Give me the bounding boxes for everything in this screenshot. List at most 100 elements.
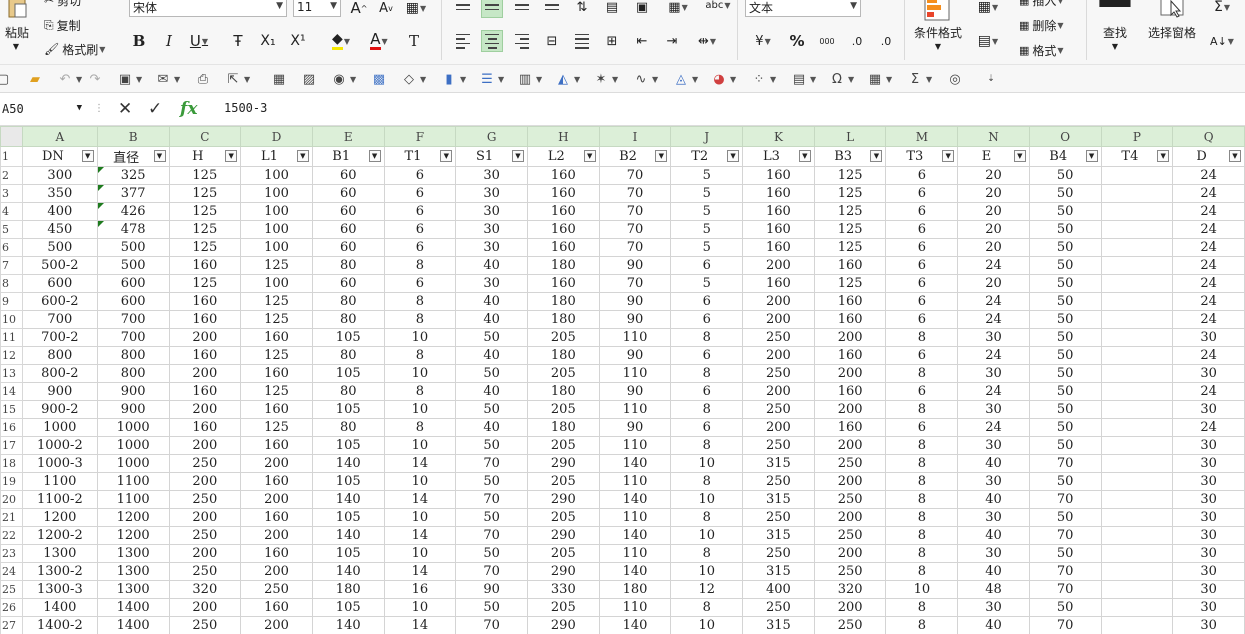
new-file-icon[interactable]: ▢ — [0, 69, 12, 89]
cell[interactable]: 160 — [168, 418, 242, 437]
cell[interactable]: 30 — [1172, 508, 1245, 527]
cell[interactable]: 110 — [598, 364, 672, 383]
cell[interactable]: 140 — [598, 562, 672, 581]
customize-toolbar-icon[interactable]: ⇣ — [982, 69, 1000, 89]
cell[interactable]: 6 — [885, 346, 959, 365]
cell[interactable]: 6 — [885, 184, 959, 203]
row-number[interactable]: 25 — [0, 580, 23, 599]
cell[interactable]: 600 — [96, 292, 170, 311]
cell[interactable]: 70 — [1028, 526, 1102, 545]
row-number[interactable]: 19 — [0, 472, 23, 491]
open-folder-icon[interactable]: ▰ — [26, 69, 44, 89]
header-cell[interactable]: B4 ▼ — [1028, 146, 1102, 167]
cell[interactable]: 200 — [168, 598, 242, 617]
cell[interactable]: 90 — [598, 382, 672, 401]
cell[interactable] — [1100, 310, 1174, 329]
cell[interactable]: 10 — [383, 364, 457, 383]
column-header[interactable]: K — [742, 126, 815, 147]
merge-cells-icon[interactable]: ▦ ▼ — [661, 0, 695, 18]
cell[interactable]: 24 — [1172, 184, 1245, 203]
cell[interactable]: 48 — [957, 580, 1030, 599]
combo-chart-icon[interactable]: ◬ ▼ — [672, 69, 698, 89]
undo-icon[interactable]: ↶ ▼ — [56, 69, 83, 89]
cell[interactable]: 40 — [957, 454, 1030, 473]
cell[interactable]: 50 — [1028, 238, 1102, 257]
cell[interactable]: 6 — [383, 202, 457, 221]
cell[interactable]: 30 — [957, 544, 1030, 563]
cell[interactable]: 900-2 — [21, 400, 98, 419]
cell[interactable]: 200 — [742, 382, 815, 401]
indent-increase-icon[interactable]: ⇥ — [661, 30, 683, 52]
row-number[interactable]: 26 — [0, 598, 23, 617]
cell[interactable]: 20 — [957, 274, 1030, 293]
cell[interactable]: 30 — [957, 328, 1030, 347]
cell[interactable]: 14 — [383, 490, 457, 509]
fill-color-button[interactable]: ◆ ▼ — [326, 30, 356, 52]
cell[interactable] — [1100, 184, 1174, 203]
align-left-icon[interactable] — [452, 30, 474, 52]
cell[interactable]: 1300 — [21, 544, 98, 563]
cell[interactable]: 24 — [1172, 418, 1245, 437]
cell[interactable]: 200 — [240, 490, 313, 509]
row-number[interactable]: 18 — [0, 454, 23, 473]
cell[interactable]: 800 — [21, 346, 98, 365]
cell[interactable]: 315 — [742, 454, 815, 473]
header-cell[interactable]: S1 ▼ — [455, 146, 528, 167]
cell[interactable]: 90 — [598, 418, 672, 437]
cell[interactable]: 40 — [957, 490, 1030, 509]
header-cell[interactable]: L3 ▼ — [742, 146, 815, 167]
cell[interactable]: 8 — [885, 328, 959, 347]
cell[interactable]: 160 — [240, 472, 313, 491]
cell[interactable]: 50 — [1028, 472, 1102, 491]
cell[interactable]: 315 — [742, 616, 815, 634]
cell[interactable]: 30 — [957, 400, 1030, 419]
cell[interactable]: 40 — [455, 292, 528, 311]
cell[interactable]: 8 — [885, 544, 959, 563]
cell[interactable]: 70 — [1028, 562, 1102, 581]
header-cell[interactable]: B3 ▼ — [813, 146, 887, 167]
cell[interactable]: 125 — [813, 220, 887, 239]
cell[interactable]: 160 — [240, 328, 313, 347]
cell[interactable]: 140 — [598, 454, 672, 473]
cell[interactable]: 14 — [383, 454, 457, 473]
underline-button[interactable]: U ▼ — [188, 30, 210, 52]
cell[interactable]: 1300 — [96, 544, 170, 563]
cell[interactable]: 900 — [96, 382, 170, 401]
cell[interactable]: 40 — [455, 256, 528, 275]
cell[interactable]: 8 — [383, 418, 457, 437]
column-header[interactable]: G — [455, 126, 528, 147]
increase-font-button[interactable]: A ^ — [348, 0, 370, 19]
cell[interactable]: 80 — [311, 256, 385, 275]
cell[interactable]: 50 — [455, 508, 528, 527]
header-cell[interactable]: DN ▼ — [21, 146, 98, 167]
cell[interactable]: 250 — [813, 454, 887, 473]
cell[interactable]: 315 — [742, 490, 815, 509]
row-number[interactable]: 12 — [0, 346, 23, 365]
cell[interactable]: 105 — [311, 436, 385, 455]
cell[interactable]: 70 — [455, 526, 528, 545]
cell[interactable]: 1300 — [96, 562, 170, 581]
cell[interactable] — [1100, 202, 1174, 221]
cell[interactable]: 70 — [1028, 616, 1102, 634]
cell[interactable]: 90 — [598, 310, 672, 329]
cell[interactable]: 80 — [311, 382, 385, 401]
align-top-icon[interactable] — [452, 0, 474, 18]
cell[interactable] — [1100, 580, 1174, 599]
cell[interactable] — [1100, 166, 1174, 185]
cancel-icon[interactable]: ✕ — [118, 99, 132, 119]
cell[interactable]: 180 — [311, 580, 385, 599]
insert-button[interactable]: ▦ 插入 ▼ — [1019, 0, 1064, 8]
cell[interactable]: 200 — [240, 526, 313, 545]
filter-dropdown-icon[interactable]: ▼ — [225, 150, 238, 162]
cell[interactable]: 160 — [526, 166, 600, 185]
cell[interactable]: 50 — [455, 436, 528, 455]
cell[interactable]: 600 — [96, 274, 170, 293]
cell[interactable]: 110 — [598, 598, 672, 617]
cell[interactable]: 10 — [383, 544, 457, 563]
cell[interactable]: 50 — [1028, 346, 1102, 365]
cell[interactable]: 140 — [311, 490, 385, 509]
filter-dropdown-icon[interactable]: ▼ — [368, 150, 381, 162]
cell[interactable]: 250 — [168, 526, 242, 545]
column-header[interactable]: I — [598, 126, 672, 147]
row-number[interactable]: 22 — [0, 526, 23, 545]
